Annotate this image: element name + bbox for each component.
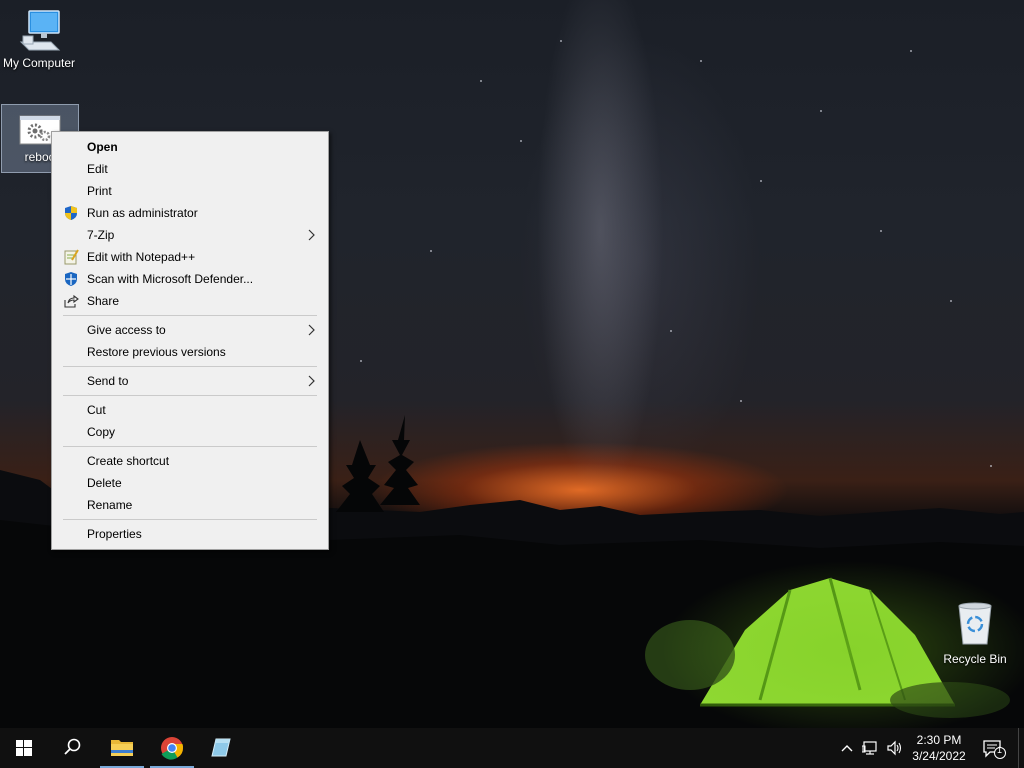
share-icon [64, 294, 79, 308]
menu-item-label: Edit [87, 162, 108, 176]
menu-item-give-access-to[interactable]: Give access to [54, 319, 326, 341]
submenu-chevron-icon [308, 370, 316, 398]
file-explorer-button[interactable] [98, 728, 146, 768]
recycle-bin-icon [958, 602, 992, 645]
menu-separator [63, 366, 317, 367]
notepad-plus-plus-icon [64, 249, 79, 265]
menu-item-label: Send to [87, 374, 129, 388]
menu-item-label: 7-Zip [87, 228, 115, 242]
volume-icon-glyph [887, 740, 902, 756]
notification-icon [983, 740, 1006, 759]
search-button[interactable] [48, 728, 96, 768]
folder-icon [111, 740, 133, 756]
menu-item-label: Cut [87, 403, 106, 417]
clock-date: 3/24/2022 [912, 749, 966, 763]
menu-item-share[interactable]: Share [54, 290, 326, 312]
chevron-up-icon[interactable] [838, 739, 856, 757]
desktop-icon-my-computer[interactable]: My Computer [0, 8, 78, 70]
menu-item-label: Edit with Notepad++ [87, 250, 196, 264]
network-icon[interactable] [861, 739, 880, 757]
start-button[interactable] [0, 728, 48, 768]
menu-item-label: Properties [87, 527, 142, 541]
menu-item-cut[interactable]: Cut [54, 399, 326, 421]
menu-separator [63, 446, 317, 447]
windows-logo-icon [16, 740, 32, 756]
chrome-icon [161, 737, 184, 760]
network-icon-glyph [861, 741, 877, 755]
clock[interactable]: 2:30 PM 3/24/2022 [908, 732, 970, 764]
menu-item-label: Delete [87, 476, 122, 490]
notification-count: 1 [997, 745, 1003, 755]
menu-separator [63, 519, 317, 520]
desktop-icon-label: My Computer [2, 56, 76, 70]
search-icon [64, 738, 81, 755]
menu-item-label: Open [87, 140, 118, 154]
menu-item-label: Run as administrator [87, 206, 198, 220]
menu-item-copy[interactable]: Copy [54, 421, 326, 443]
menu-item-scan-with-microsoft-defender[interactable]: Scan with Microsoft Defender... [54, 268, 326, 290]
defender-shield-icon [65, 272, 77, 286]
menu-item-edit-with-notepad[interactable]: Edit with Notepad++ [54, 246, 326, 268]
action-center-button[interactable]: 1 [982, 739, 1006, 759]
menu-item-edit[interactable]: Edit [54, 158, 326, 180]
menu-item-label: Scan with Microsoft Defender... [87, 272, 254, 286]
uac-shield-icon [65, 206, 77, 220]
menu-item-7-zip[interactable]: 7-Zip [54, 224, 326, 246]
menu-item-restore-previous-versions[interactable]: Restore previous versions [54, 341, 326, 363]
menu-item-label: Restore previous versions [87, 345, 226, 359]
menu-item-run-as-administrator[interactable]: Run as administrator [54, 202, 326, 224]
menu-separator [63, 315, 317, 316]
chrome-button[interactable] [148, 728, 196, 768]
menu-item-label: Create shortcut [87, 454, 170, 468]
desktop-icon-recycle-bin[interactable]: Recycle Bin [936, 600, 1014, 666]
app-button[interactable] [196, 728, 244, 768]
app-icon [211, 738, 231, 757]
menu-item-label: Rename [87, 498, 133, 512]
menu-item-open[interactable]: Open [54, 136, 326, 158]
desktop-icon-label: Recycle Bin [943, 652, 1007, 666]
menu-item-label: Give access to [87, 323, 166, 337]
menu-separator [63, 395, 317, 396]
menu-item-delete[interactable]: Delete [54, 472, 326, 494]
context-menu: Open Edit Print Run as administrator 7-Zip Ed… [51, 131, 329, 550]
computer-icon [19, 10, 61, 51]
chevron-up-icon-glyph [841, 745, 853, 752]
volume-icon[interactable] [886, 739, 904, 757]
taskbar: 2:30 PM 3/24/2022 1 [0, 728, 1024, 768]
clock-time: 2:30 PM [916, 733, 962, 747]
menu-item-label: Share [87, 294, 120, 308]
menu-item-label: Print [87, 184, 112, 198]
menu-item-properties[interactable]: Properties [54, 523, 326, 545]
menu-item-create-shortcut[interactable]: Create shortcut [54, 450, 326, 472]
menu-item-send-to[interactable]: Send to [54, 370, 326, 392]
show-desktop-button[interactable] [1018, 728, 1024, 768]
menu-item-label: Copy [87, 425, 116, 439]
menu-item-print[interactable]: Print [54, 180, 326, 202]
menu-item-rename[interactable]: Rename [54, 494, 326, 516]
